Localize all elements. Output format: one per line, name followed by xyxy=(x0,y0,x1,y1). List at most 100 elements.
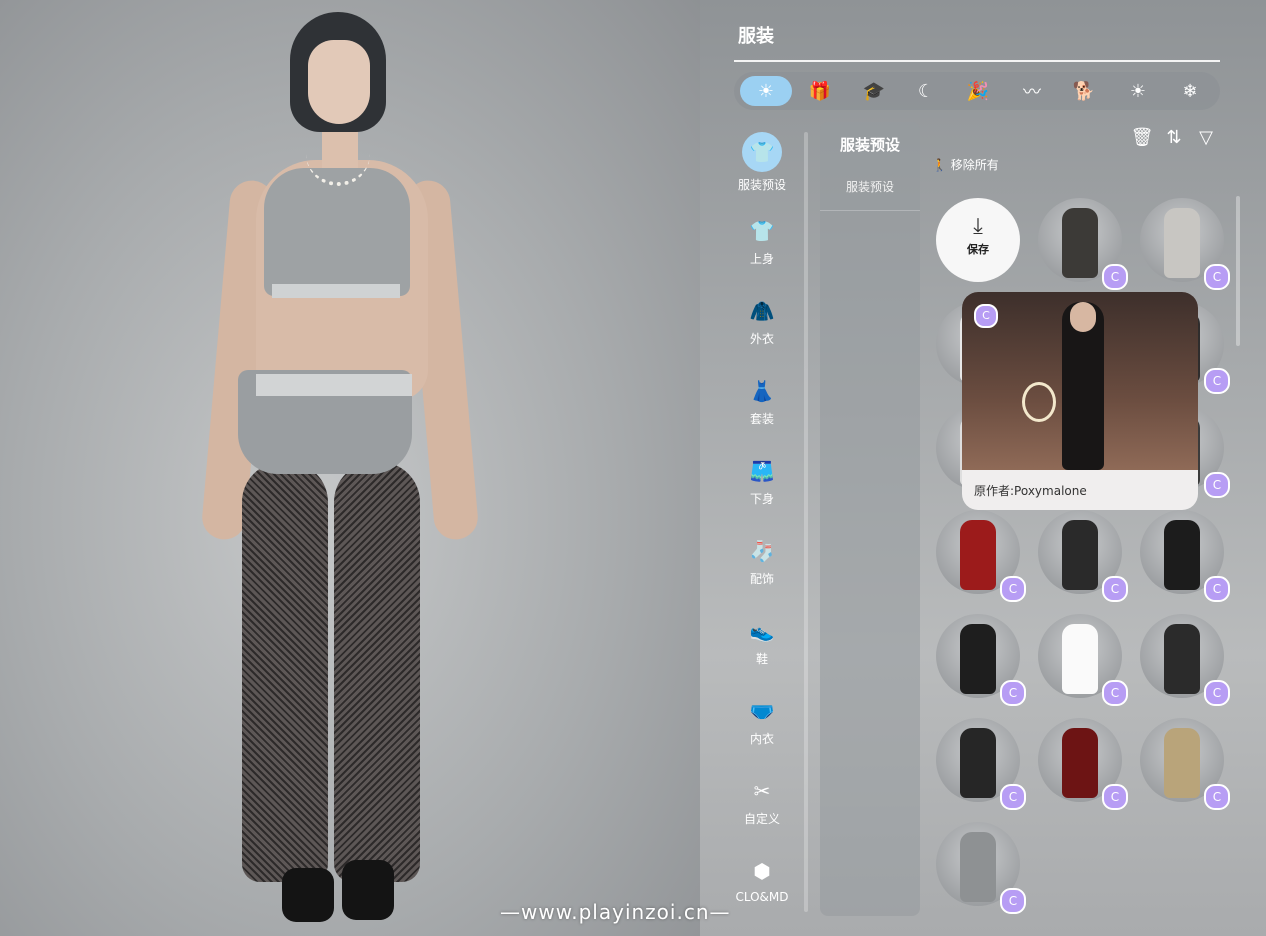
creator-badge-icon: C xyxy=(1000,680,1026,706)
situation-filter-bar: ☀ 🎁 🎓 ☾ 🎉 〰 🐕 ☀ ❄ xyxy=(734,72,1220,110)
category-shoes[interactable]: 👟 鞋 xyxy=(730,616,794,667)
category-dress[interactable]: 👗 套装 xyxy=(730,376,794,427)
party-icon[interactable]: 🎉 xyxy=(952,76,1004,106)
outfit-tile[interactable]: C xyxy=(1038,510,1128,602)
character-right-shoe xyxy=(342,860,394,920)
preset-item[interactable]: 服装预设 xyxy=(820,178,920,195)
category-outfit-preset[interactable]: 👕 服装预设 xyxy=(730,132,794,193)
category-top[interactable]: 👕 上身 xyxy=(730,216,794,267)
category-scrollbar[interactable] xyxy=(804,132,808,912)
garment-preview xyxy=(1062,520,1098,590)
category-accessories[interactable]: 🧦 配饰 xyxy=(730,536,794,587)
creator-badge-icon: C xyxy=(1000,888,1026,914)
swim-icon[interactable]: 〰 xyxy=(1006,76,1058,106)
watermark: —www.playinzoi.cn— xyxy=(500,900,731,924)
character-bra-band xyxy=(272,284,400,298)
outfit-tile[interactable]: C xyxy=(1140,510,1230,602)
category-label: 服装预设 xyxy=(737,178,786,192)
gift-icon[interactable]: 🎁 xyxy=(794,76,846,106)
garment-preview xyxy=(960,832,996,902)
category-label: CLO&MD xyxy=(735,890,789,904)
outfit-tile[interactable]: C xyxy=(1140,718,1230,810)
outfit-tile[interactable]: C xyxy=(1140,614,1230,706)
creator-badge-icon: C xyxy=(1102,264,1128,290)
garment-preview xyxy=(1062,728,1098,798)
character-waistband xyxy=(256,374,412,396)
outfit-tile[interactable]: C xyxy=(936,822,1026,914)
creator-badge-icon: C xyxy=(1000,784,1026,810)
download-icon: ⤓ xyxy=(973,214,983,239)
garment-preview xyxy=(1164,208,1200,278)
category-clo-md[interactable]: ⬢ CLO&MD xyxy=(730,856,794,904)
preset-divider xyxy=(820,210,920,211)
sort-icon[interactable]: ⇅ xyxy=(1162,126,1186,150)
category-label: 外衣 xyxy=(749,332,774,346)
character-right-leg xyxy=(334,462,420,882)
sock-icon: 🧦 xyxy=(749,539,775,563)
sleep-icon[interactable]: ☾ xyxy=(900,76,952,106)
creator-badge-icon: C xyxy=(1204,576,1230,602)
outfit-tile[interactable]: C xyxy=(1038,614,1128,706)
bottom-icon: 🩳 xyxy=(749,459,775,483)
character-sports-bra xyxy=(264,168,410,296)
graduation-cap-icon[interactable]: 🎓 xyxy=(848,76,900,106)
pet-walk-icon[interactable]: 🐕 xyxy=(1058,76,1110,106)
category-custom[interactable]: ✂ 自定义 xyxy=(730,776,794,827)
outfit-tile[interactable]: C xyxy=(1140,198,1230,290)
outfit-preset-icon: 👕 xyxy=(742,132,782,172)
creator-badge-icon: C xyxy=(1204,680,1230,706)
creator-badge-icon: C xyxy=(1102,680,1128,706)
filter-icon[interactable]: ▽ xyxy=(1194,126,1218,150)
outfit-preview-image: C xyxy=(962,292,1198,470)
dress-icon: 👗 xyxy=(749,379,775,403)
outfit-panel: 服装 ☀ 🎁 🎓 ☾ 🎉 〰 🐕 ☀ ❄ 👕 服装预设 👕 上身 🧥 外衣 👗 … xyxy=(730,0,1266,936)
trash-icon[interactable]: 🗑 xyxy=(1130,126,1154,150)
original-author: 原作者:Poxymalone xyxy=(974,484,1087,498)
outfit-tile[interactable]: C xyxy=(1038,198,1128,290)
outerwear-icon: 🧥 xyxy=(749,299,775,323)
garment-preview xyxy=(1062,624,1098,694)
day-night-icon[interactable]: ☀ xyxy=(740,76,792,106)
category-bottom[interactable]: 🩳 下身 xyxy=(730,456,794,507)
category-label: 鞋 xyxy=(755,652,768,666)
creator-badge-icon: C xyxy=(1204,264,1230,290)
creator-badge-icon: C xyxy=(1102,576,1128,602)
clo-md-icon: ⬢ xyxy=(753,859,771,883)
category-underwear[interactable]: 🩲 内衣 xyxy=(730,696,794,747)
outfit-preview-tooltip: C 原作者:Poxymalone xyxy=(962,292,1198,510)
grid-scrollbar[interactable] xyxy=(1236,196,1240,346)
category-label: 自定义 xyxy=(743,812,780,826)
outfit-tile[interactable]: C xyxy=(936,614,1026,706)
garment-preview xyxy=(960,624,996,694)
garment-preview xyxy=(960,728,996,798)
garment-preview xyxy=(1164,624,1200,694)
category-label: 内衣 xyxy=(749,732,774,746)
outfit-tile[interactable]: C xyxy=(1038,718,1128,810)
character-left-shoe xyxy=(282,868,334,922)
creator-badge-icon: C xyxy=(1102,784,1128,810)
ring-light xyxy=(1022,382,1056,422)
save-outfit-button[interactable]: ⤓ 保存 xyxy=(936,198,1020,282)
title-divider xyxy=(734,60,1220,62)
custom-icon: ✂ xyxy=(753,779,771,803)
person-icon: 🚶 xyxy=(932,158,947,172)
outfit-tile[interactable]: C xyxy=(936,510,1026,602)
remove-all-button[interactable]: 🚶 移除所有 xyxy=(932,156,999,173)
creator-badge-icon: C xyxy=(1000,576,1026,602)
outfit-tile[interactable]: C xyxy=(936,718,1026,810)
character-left-leg xyxy=(242,462,328,882)
summer-icon[interactable]: ☀ xyxy=(1112,76,1164,106)
garment-preview xyxy=(960,520,996,590)
remove-all-label: 移除所有 xyxy=(950,158,999,172)
shoe-icon: 👟 xyxy=(749,619,775,643)
creator-badge-icon: C xyxy=(974,304,998,328)
category-outerwear[interactable]: 🧥 外衣 xyxy=(730,296,794,347)
category-label: 配饰 xyxy=(749,572,774,586)
winter-icon[interactable]: ❄ xyxy=(1164,76,1216,106)
save-label: 保存 xyxy=(967,243,989,256)
panel-title: 服装 xyxy=(738,26,774,47)
garment-preview xyxy=(1062,208,1098,278)
garment-preview xyxy=(1164,728,1200,798)
character-viewport[interactable] xyxy=(0,0,700,936)
character-face xyxy=(308,40,370,124)
